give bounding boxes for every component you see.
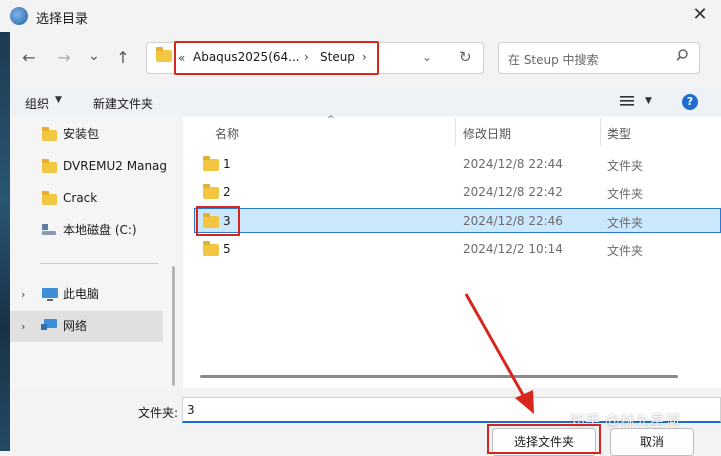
annotation-arrow (464, 293, 534, 414)
